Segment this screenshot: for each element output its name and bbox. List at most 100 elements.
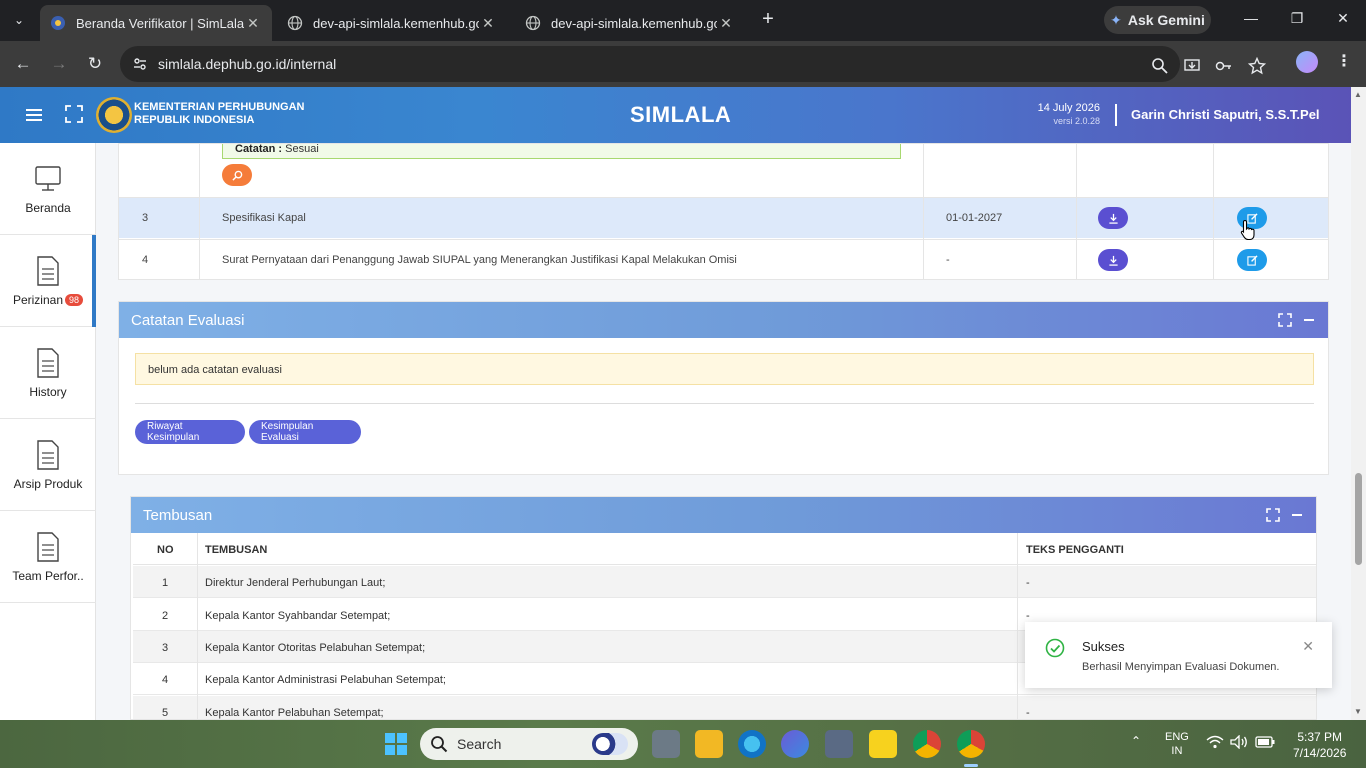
camera-app-icon[interactable] [825,730,853,758]
language-line-2: IN [1171,745,1183,757]
row-number: 2 [162,610,169,622]
tab-search-chevron-icon[interactable]: ⌄ [6,7,32,33]
download-icon [1108,213,1118,224]
close-tab-icon[interactable]: ✕ [244,15,262,32]
scroll-up-arrow-icon[interactable]: ▲ [1354,90,1362,99]
column-header-no: NO [157,544,174,556]
edit-button[interactable] [1237,249,1267,271]
bookmark-star-icon[interactable] [1248,57,1266,75]
sidebar-item-team-performance[interactable]: Team Perfor.. [0,511,96,603]
kesimpulan-evaluasi-button[interactable]: Kesimpulan Evaluasi [249,420,361,444]
catatan-box: Catatan : Sesuai [222,144,901,159]
chrome-profile-icon[interactable] [957,730,985,758]
toast-message: Berhasil Menyimpan Evaluasi Dokumen. [1082,661,1280,673]
divider [135,403,1314,404]
sticky-notes-icon[interactable] [869,730,897,758]
reload-icon[interactable]: ↻ [84,53,106,75]
scrollbar-thumb[interactable] [1355,473,1362,565]
tab-dev-api-1[interactable]: dev-api-simlala.kemenhub.go.id ✕ [277,5,507,41]
zoom-icon[interactable] [1151,57,1169,75]
back-arrow-icon[interactable]: ← [12,53,34,75]
ministry-name: KEMENTERIAN PERHUBUNGAN REPUBLIK INDONES… [134,101,305,127]
row-number: 5 [162,707,169,719]
row-number: 4 [142,254,149,266]
expand-icon[interactable] [1266,508,1280,522]
sidebar-item-label: Perizinan [12,293,63,307]
teks-pengganti: - [1026,577,1030,589]
download-button[interactable] [1098,207,1128,229]
sidebar: Beranda Perizinan 98 History Arsip Produk… [0,143,96,720]
row-number: 1 [162,577,169,589]
row-number: 3 [142,212,149,224]
app-header: KEMENTERIAN PERHUBUNGAN REPUBLIK INDONES… [0,87,1366,143]
sidebar-item-history[interactable]: History [0,327,96,419]
sidebar-item-perizinan[interactable]: Perizinan 98 [0,235,96,327]
windows-start-icon[interactable] [382,730,410,758]
tab-beranda-verifikator[interactable]: Beranda Verifikator | SimLala ✕ [40,5,272,41]
panel-title: Catatan Evaluasi [131,312,245,329]
monitor-icon [35,166,61,191]
chrome-icon[interactable] [913,730,941,758]
fullscreen-icon[interactable] [65,105,83,123]
taskbar-clock[interactable]: 5:37 PM 7/14/2026 [1293,729,1346,761]
hamburger-menu-icon[interactable] [24,105,44,125]
scroll-down-arrow-icon[interactable]: ▼ [1354,707,1362,716]
catatan-evaluasi-card: Catatan Evaluasi belum ada catatan evalu… [118,301,1329,475]
wifi-icon[interactable] [1206,735,1224,752]
search-placeholder: Search [457,736,502,752]
language-line-1: ENG [1165,731,1189,743]
sidebar-item-label-wrap: Perizinan 98 [0,293,96,307]
close-tab-icon[interactable]: ✕ [479,15,497,32]
tab-dev-api-2[interactable]: dev-api-simlala.kemenhub.go.id ✕ [515,5,745,41]
success-toast: Sukses Berhasil Menyimpan Evaluasi Dokum… [1025,622,1332,688]
sidebar-item-beranda[interactable]: Beranda [0,143,96,235]
tembusan-name: Kepala Kantor Administrasi Pelabuhan Set… [205,674,446,686]
page-scrollbar[interactable]: ▲ ▼ [1351,87,1366,720]
table-row: 5 Kepala Kantor Pelabuhan Setempat; - [133,696,1316,719]
forward-arrow-icon[interactable]: → [48,53,70,75]
collapse-minus-icon[interactable] [1290,508,1304,522]
tab-title: dev-api-simlala.kemenhub.go.id [313,15,479,31]
taskbar-search[interactable]: Search [420,728,638,760]
close-toast-icon[interactable]: ✕ [1302,638,1314,655]
show-hidden-icons-chevron-icon[interactable]: ⌃ [1131,734,1141,748]
profile-avatar[interactable] [1296,51,1318,73]
document-icon [37,532,59,562]
install-app-icon[interactable] [1183,57,1201,75]
minimize-icon[interactable]: — [1241,10,1261,26]
tembusan-name: Kepala Kantor Pelabuhan Setempat; [205,707,384,719]
language-indicator[interactable]: ENG IN [1165,730,1189,758]
password-key-icon[interactable] [1215,57,1233,75]
collapse-minus-icon[interactable] [1302,313,1316,327]
app-icon[interactable] [781,730,809,758]
expand-icon[interactable] [1278,313,1292,327]
column-divider [923,144,924,279]
tembusan-name: Kepala Kantor Otoritas Pelabuhan Setempa… [205,642,426,654]
close-window-icon[interactable]: ✕ [1333,10,1353,27]
globe-icon [287,15,303,31]
address-bar[interactable]: simlala.dephub.go.id/internal [120,46,1266,82]
riwayat-kesimpulan-button[interactable]: Riwayat Kesimpulan [135,420,245,444]
search-highlight-icon [592,733,628,755]
search-detail-button[interactable] [222,164,252,186]
column-divider [197,533,198,719]
site-info-icon[interactable] [132,56,148,72]
table-row: 4 Surat Pernyataan dari Penanggung Jawab… [119,239,1328,279]
chrome-menu-icon[interactable]: ⋮ [1336,51,1352,71]
column-header-tembusan: TEMBUSAN [205,544,268,556]
sidebar-item-arsip-produk[interactable]: Arsip Produk [0,419,96,511]
restore-window-icon[interactable]: ❐ [1287,10,1307,27]
catatan-evaluasi-header: Catatan Evaluasi [119,302,1328,338]
sidebar-item-label: History [29,385,67,399]
download-button[interactable] [1098,249,1128,271]
edge-browser-icon[interactable] [738,730,766,758]
user-name[interactable]: Garin Christi Saputri, S.S.T.Pel [1131,107,1320,122]
task-view-icon[interactable] [652,730,680,758]
battery-icon[interactable] [1255,736,1275,751]
column-header-teks-pengganti: TEKS PENGGANTI [1026,544,1124,556]
close-tab-icon[interactable]: ✕ [717,15,735,32]
volume-icon[interactable] [1230,734,1248,752]
file-explorer-icon[interactable] [695,730,723,758]
new-tab-plus-icon[interactable]: + [757,8,779,30]
ask-gemini-button[interactable]: ✦ Ask Gemini [1104,6,1211,34]
